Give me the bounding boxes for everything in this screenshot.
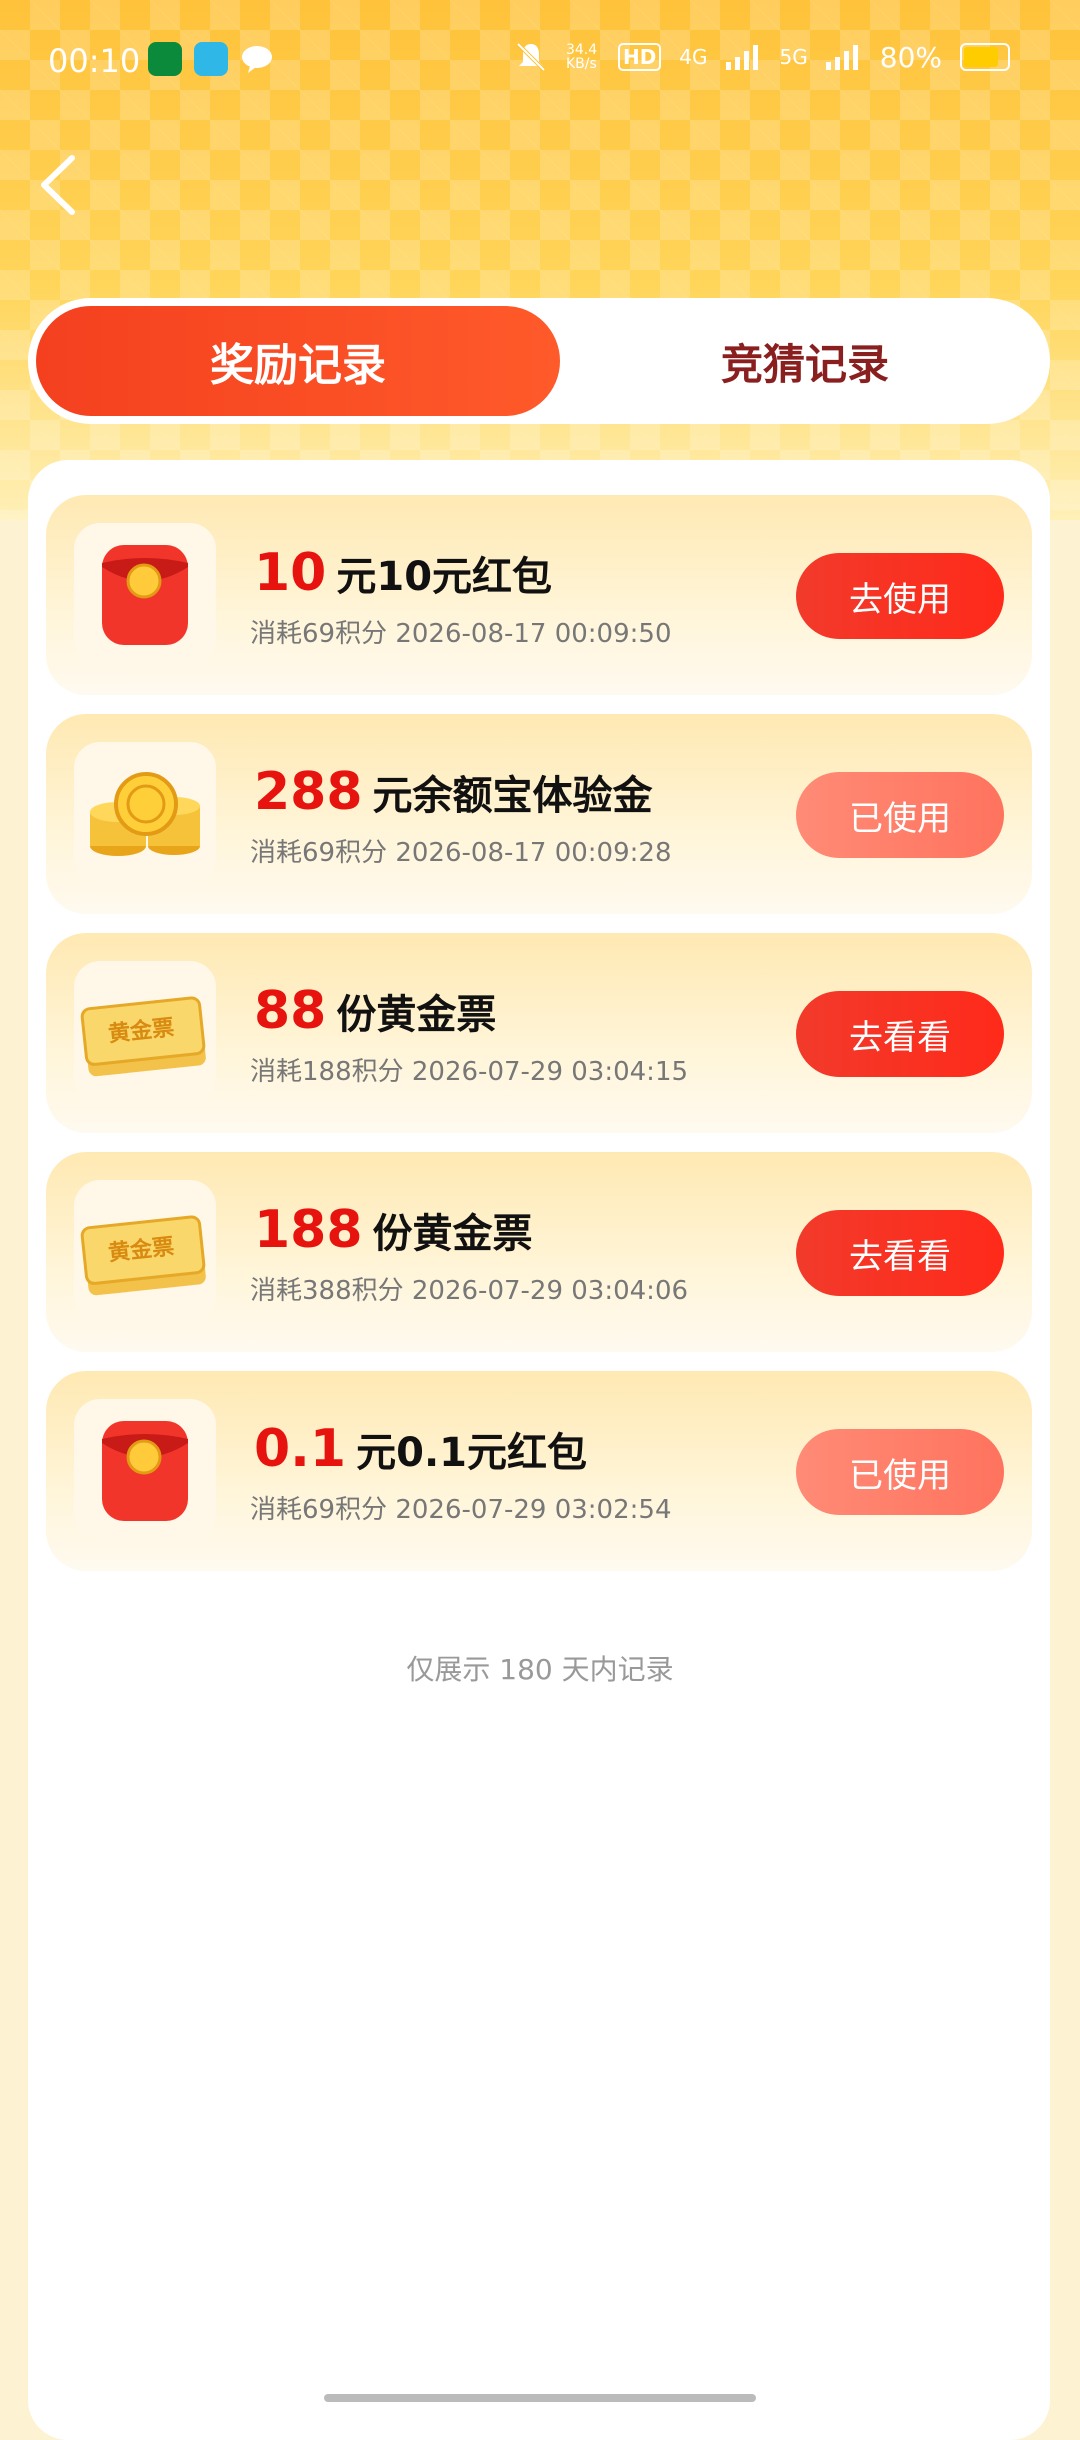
footer-note: 仅展示 180 天内记录 <box>406 1653 674 1686</box>
network-speed: 34.4 KB/s <box>565 42 598 72</box>
record-subtitle: 消耗69积分 2026-08-17 00:09:50 <box>250 619 672 649</box>
hd-badge: HD <box>617 43 662 71</box>
red-envelope-icon <box>74 523 216 665</box>
record-title-text: 元10元红包 <box>336 554 553 600</box>
view-button[interactable]: 去看看 <box>796 991 1004 1077</box>
record-card: 0.1 元0.1元红包 消耗69积分 2026-07-29 03:02:54 已… <box>46 1371 1032 1571</box>
record-title-text: 元0.1元红包 <box>356 1430 587 1476</box>
network-5g: 5G <box>779 45 808 69</box>
record-amount: 10 <box>254 543 327 603</box>
battery-percent: 80% <box>879 40 942 74</box>
back-arrow-icon[interactable] <box>30 150 90 220</box>
record-subtitle: 消耗69积分 2026-07-29 03:02:54 <box>250 1495 672 1525</box>
notification-icons <box>148 42 274 76</box>
used-button[interactable]: 已使用 <box>796 772 1004 858</box>
mute-bell-icon <box>516 42 546 72</box>
signal-icon <box>725 45 758 70</box>
tab-guess-records[interactable]: 竞猜记录 <box>568 306 1042 416</box>
use-button[interactable]: 去使用 <box>796 553 1004 639</box>
record-tabs: 奖励记录 竞猜记录 <box>28 298 1050 424</box>
record-title: 10 元10元红包 <box>254 543 552 603</box>
record-amount: 0.1 <box>254 1419 347 1479</box>
system-status: 34.4 KB/s HD 4G 5G 80% <box>514 40 1010 74</box>
record-subtitle: 消耗388积分 2026-07-29 03:04:06 <box>250 1276 689 1306</box>
record-card: 黄金票 88 份黄金票 消耗188积分 2026-07-29 03:04:15 … <box>46 933 1032 1133</box>
record-amount: 288 <box>254 762 363 822</box>
network-4g: 4G <box>679 45 708 69</box>
ticket-label: 黄金票 <box>107 1234 176 1267</box>
record-amount: 88 <box>254 981 327 1041</box>
smile-app-icon <box>194 42 228 76</box>
home-indicator[interactable] <box>324 2394 756 2402</box>
record-amount: 188 <box>254 1200 363 1260</box>
record-title: 88 份黄金票 <box>254 981 496 1041</box>
record-subtitle: 消耗69积分 2026-08-17 00:09:28 <box>250 838 672 868</box>
gold-ticket-icon: 黄金票 <box>74 1180 216 1322</box>
record-title-text: 元余额宝体验金 <box>372 773 653 819</box>
status-bar: 00:10 34.4 KB/s HD 4G 5G 80% <box>0 0 1080 120</box>
ticket-label: 黄金票 <box>107 1015 176 1048</box>
tab-reward-records[interactable]: 奖励记录 <box>36 306 560 416</box>
record-title-text: 份黄金票 <box>372 1211 533 1257</box>
record-card: 10 元10元红包 消耗69积分 2026-08-17 00:09:50 去使用 <box>46 495 1032 695</box>
used-button[interactable]: 已使用 <box>796 1429 1004 1515</box>
view-button[interactable]: 去看看 <box>796 1210 1004 1296</box>
record-title: 0.1 元0.1元红包 <box>254 1419 587 1479</box>
gold-ticket-icon: 黄金票 <box>74 961 216 1103</box>
mail-app-icon <box>148 42 182 76</box>
record-title-text: 份黄金票 <box>336 992 497 1038</box>
red-envelope-icon <box>74 1399 216 1541</box>
battery-icon <box>960 43 1010 71</box>
status-time: 00:10 <box>48 42 141 80</box>
chat-icon <box>242 46 272 73</box>
gold-coins-icon <box>74 742 216 884</box>
signal-5g-icon <box>825 45 858 70</box>
record-title: 288 元余额宝体验金 <box>254 762 653 822</box>
record-subtitle: 消耗188积分 2026-07-29 03:04:15 <box>250 1057 689 1087</box>
record-card: 288 元余额宝体验金 消耗69积分 2026-08-17 00:09:28 已… <box>46 714 1032 914</box>
record-title: 188 份黄金票 <box>254 1200 533 1260</box>
record-card: 黄金票 188 份黄金票 消耗388积分 2026-07-29 03:04:06… <box>46 1152 1032 1352</box>
